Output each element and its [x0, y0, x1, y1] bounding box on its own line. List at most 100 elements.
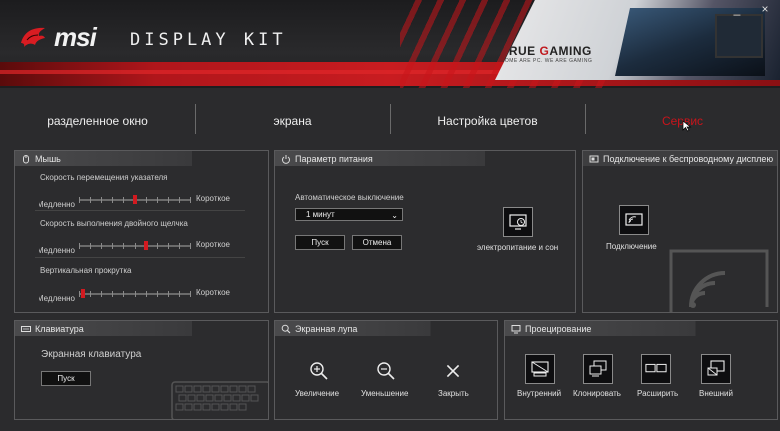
projection-internal-label: Внутренний: [517, 389, 562, 398]
slider-tick: [157, 243, 158, 249]
promo-headline: TRUE GAMING: [501, 44, 592, 58]
magnifier-panel: Экранная лупа Увеличение Уменьшение Закр…: [274, 320, 498, 420]
scroll-slider[interactable]: [79, 289, 191, 299]
tab-split-window[interactable]: разделенное окно: [0, 96, 195, 146]
slider-tick: [190, 197, 191, 203]
mouse-icon: [21, 154, 31, 164]
monitor-clock-icon: [509, 214, 527, 230]
wireless-panel: Подключение к беспроводному дисплею Подк…: [582, 150, 778, 313]
power-cancel-button[interactable]: Отмена: [352, 235, 402, 250]
power-panel-header: Параметр питания: [275, 151, 509, 166]
projection-clone-button[interactable]: [583, 354, 613, 384]
auto-off-select-value: 1 минут: [306, 210, 335, 219]
clone-display-icon: [589, 360, 607, 377]
divider: [35, 257, 245, 258]
zoom-in-button[interactable]: [307, 359, 331, 383]
promo-monitor-image: [715, 14, 763, 58]
wireless-panel-header: Подключение к беспроводному дисплею: [583, 151, 777, 166]
slider-tick: [79, 243, 80, 249]
minimize-button[interactable]: _: [730, 2, 744, 16]
slider-tick: [101, 243, 102, 249]
brand-name: msi: [54, 22, 97, 52]
tab-screen[interactable]: экрана: [195, 96, 390, 146]
slider-tick: [190, 291, 191, 297]
slider-tick: [112, 243, 113, 249]
power-panel: Параметр питания Автоматическое выключен…: [274, 150, 576, 313]
window-controls: _ ×: [730, 2, 772, 16]
slider-tick: [112, 291, 113, 297]
magnifier-icon: [281, 324, 291, 334]
extend-display-icon: [645, 363, 667, 373]
projection-clone-label: Клонировать: [573, 389, 621, 398]
pointer-speed-slider[interactable]: [79, 195, 191, 205]
external-display-icon: [707, 360, 725, 376]
slider-tick: [146, 291, 147, 297]
mouse-cursor-icon: [682, 120, 692, 132]
slider-tick: [179, 243, 180, 249]
projection-extend-button[interactable]: [641, 354, 671, 384]
pointer-fast-label: Короткое: [196, 194, 230, 203]
wireless-connect-button[interactable]: [619, 205, 649, 235]
slider-tick: [79, 291, 80, 297]
zoom-out-label: Уменьшение: [361, 389, 409, 398]
magnifier-close-label: Закрыть: [438, 389, 469, 398]
scroll-slow-label-clip: Медленно: [39, 288, 75, 306]
power-icon: [281, 154, 291, 164]
magnifier-panel-title: Экранная лупа: [295, 323, 358, 334]
slider-tick: [123, 243, 124, 249]
wireless-connect-label: Подключение: [606, 242, 657, 251]
msi-dragon-icon: [21, 27, 45, 47]
tab-color-settings[interactable]: Настройка цветов: [390, 96, 585, 146]
zoom-in-icon: [310, 362, 328, 380]
wireless-display-icon: [625, 213, 643, 226]
projection-extend-label: Расширить: [637, 389, 679, 398]
power-start-button[interactable]: Пуск: [295, 235, 345, 250]
slider-tick: [168, 243, 169, 249]
slider-tick: [168, 197, 169, 203]
magnifier-close-button[interactable]: [441, 359, 465, 383]
pointer-speed-label: Скорость перемещения указателя: [40, 173, 168, 182]
slider-tick: [123, 197, 124, 203]
double-click-slider[interactable]: [79, 241, 191, 251]
slider-thumb[interactable]: [144, 241, 148, 250]
double-click-slow-label-clip: Медленно: [39, 240, 75, 258]
slider-thumb[interactable]: [133, 195, 137, 204]
auto-off-select[interactable]: 1 минут ⌄: [295, 208, 403, 221]
projection-external-label: Внешний: [699, 389, 733, 398]
double-click-label: Скорость выполнения двойного щелчка: [40, 219, 188, 228]
double-click-fast-label: Короткое: [196, 240, 230, 249]
onscreen-keyboard-label: Экранная клавиатура: [41, 349, 142, 360]
projection-internal-button[interactable]: [525, 354, 555, 384]
slider-tick: [90, 291, 91, 297]
power-sleep-label: электропитание и сон: [477, 243, 559, 252]
close-x-icon: [446, 364, 460, 378]
pointer-slow-label: Медленно: [39, 200, 75, 209]
chevron-down-icon: ⌄: [391, 211, 398, 220]
keyboard-start-button[interactable]: Пуск: [41, 371, 91, 386]
close-button[interactable]: ×: [758, 2, 772, 16]
app-window: TRUE GAMING SOME ARE PC. WE ARE GAMING m…: [0, 0, 780, 431]
slider-tick: [190, 243, 191, 249]
header: TRUE GAMING SOME ARE PC. WE ARE GAMING m…: [0, 0, 780, 88]
tab-bar: разделенное окно экрана Настройка цветов…: [0, 96, 780, 146]
auto-off-label: Автоматическое выключение: [295, 193, 404, 202]
zoom-out-button[interactable]: [374, 359, 398, 383]
projection-panel-title: Проецирование: [525, 323, 592, 334]
slider-thumb[interactable]: [81, 289, 85, 298]
projection-external-button[interactable]: [701, 354, 731, 384]
mouse-panel-header: Мышь: [15, 151, 213, 166]
slider-tick: [179, 197, 180, 203]
slider-tick: [90, 197, 91, 203]
double-click-slow-label: Медленно: [39, 246, 75, 255]
wireless-panel-title: Подключение к беспроводному дисплею: [603, 153, 774, 164]
divider: [35, 210, 245, 211]
mouse-panel-title: Мышь: [35, 153, 61, 164]
magnifier-panel-header: Экранная лупа: [275, 321, 449, 336]
msi-logo: msi: [18, 22, 97, 53]
internal-display-icon: [531, 361, 549, 377]
promo-subline: SOME ARE PC. WE ARE GAMING: [501, 58, 593, 64]
slider-tick: [101, 197, 102, 203]
power-sleep-button[interactable]: [503, 207, 533, 237]
zoom-in-label: Увеличение: [295, 389, 340, 398]
power-panel-title: Параметр питания: [295, 153, 373, 164]
